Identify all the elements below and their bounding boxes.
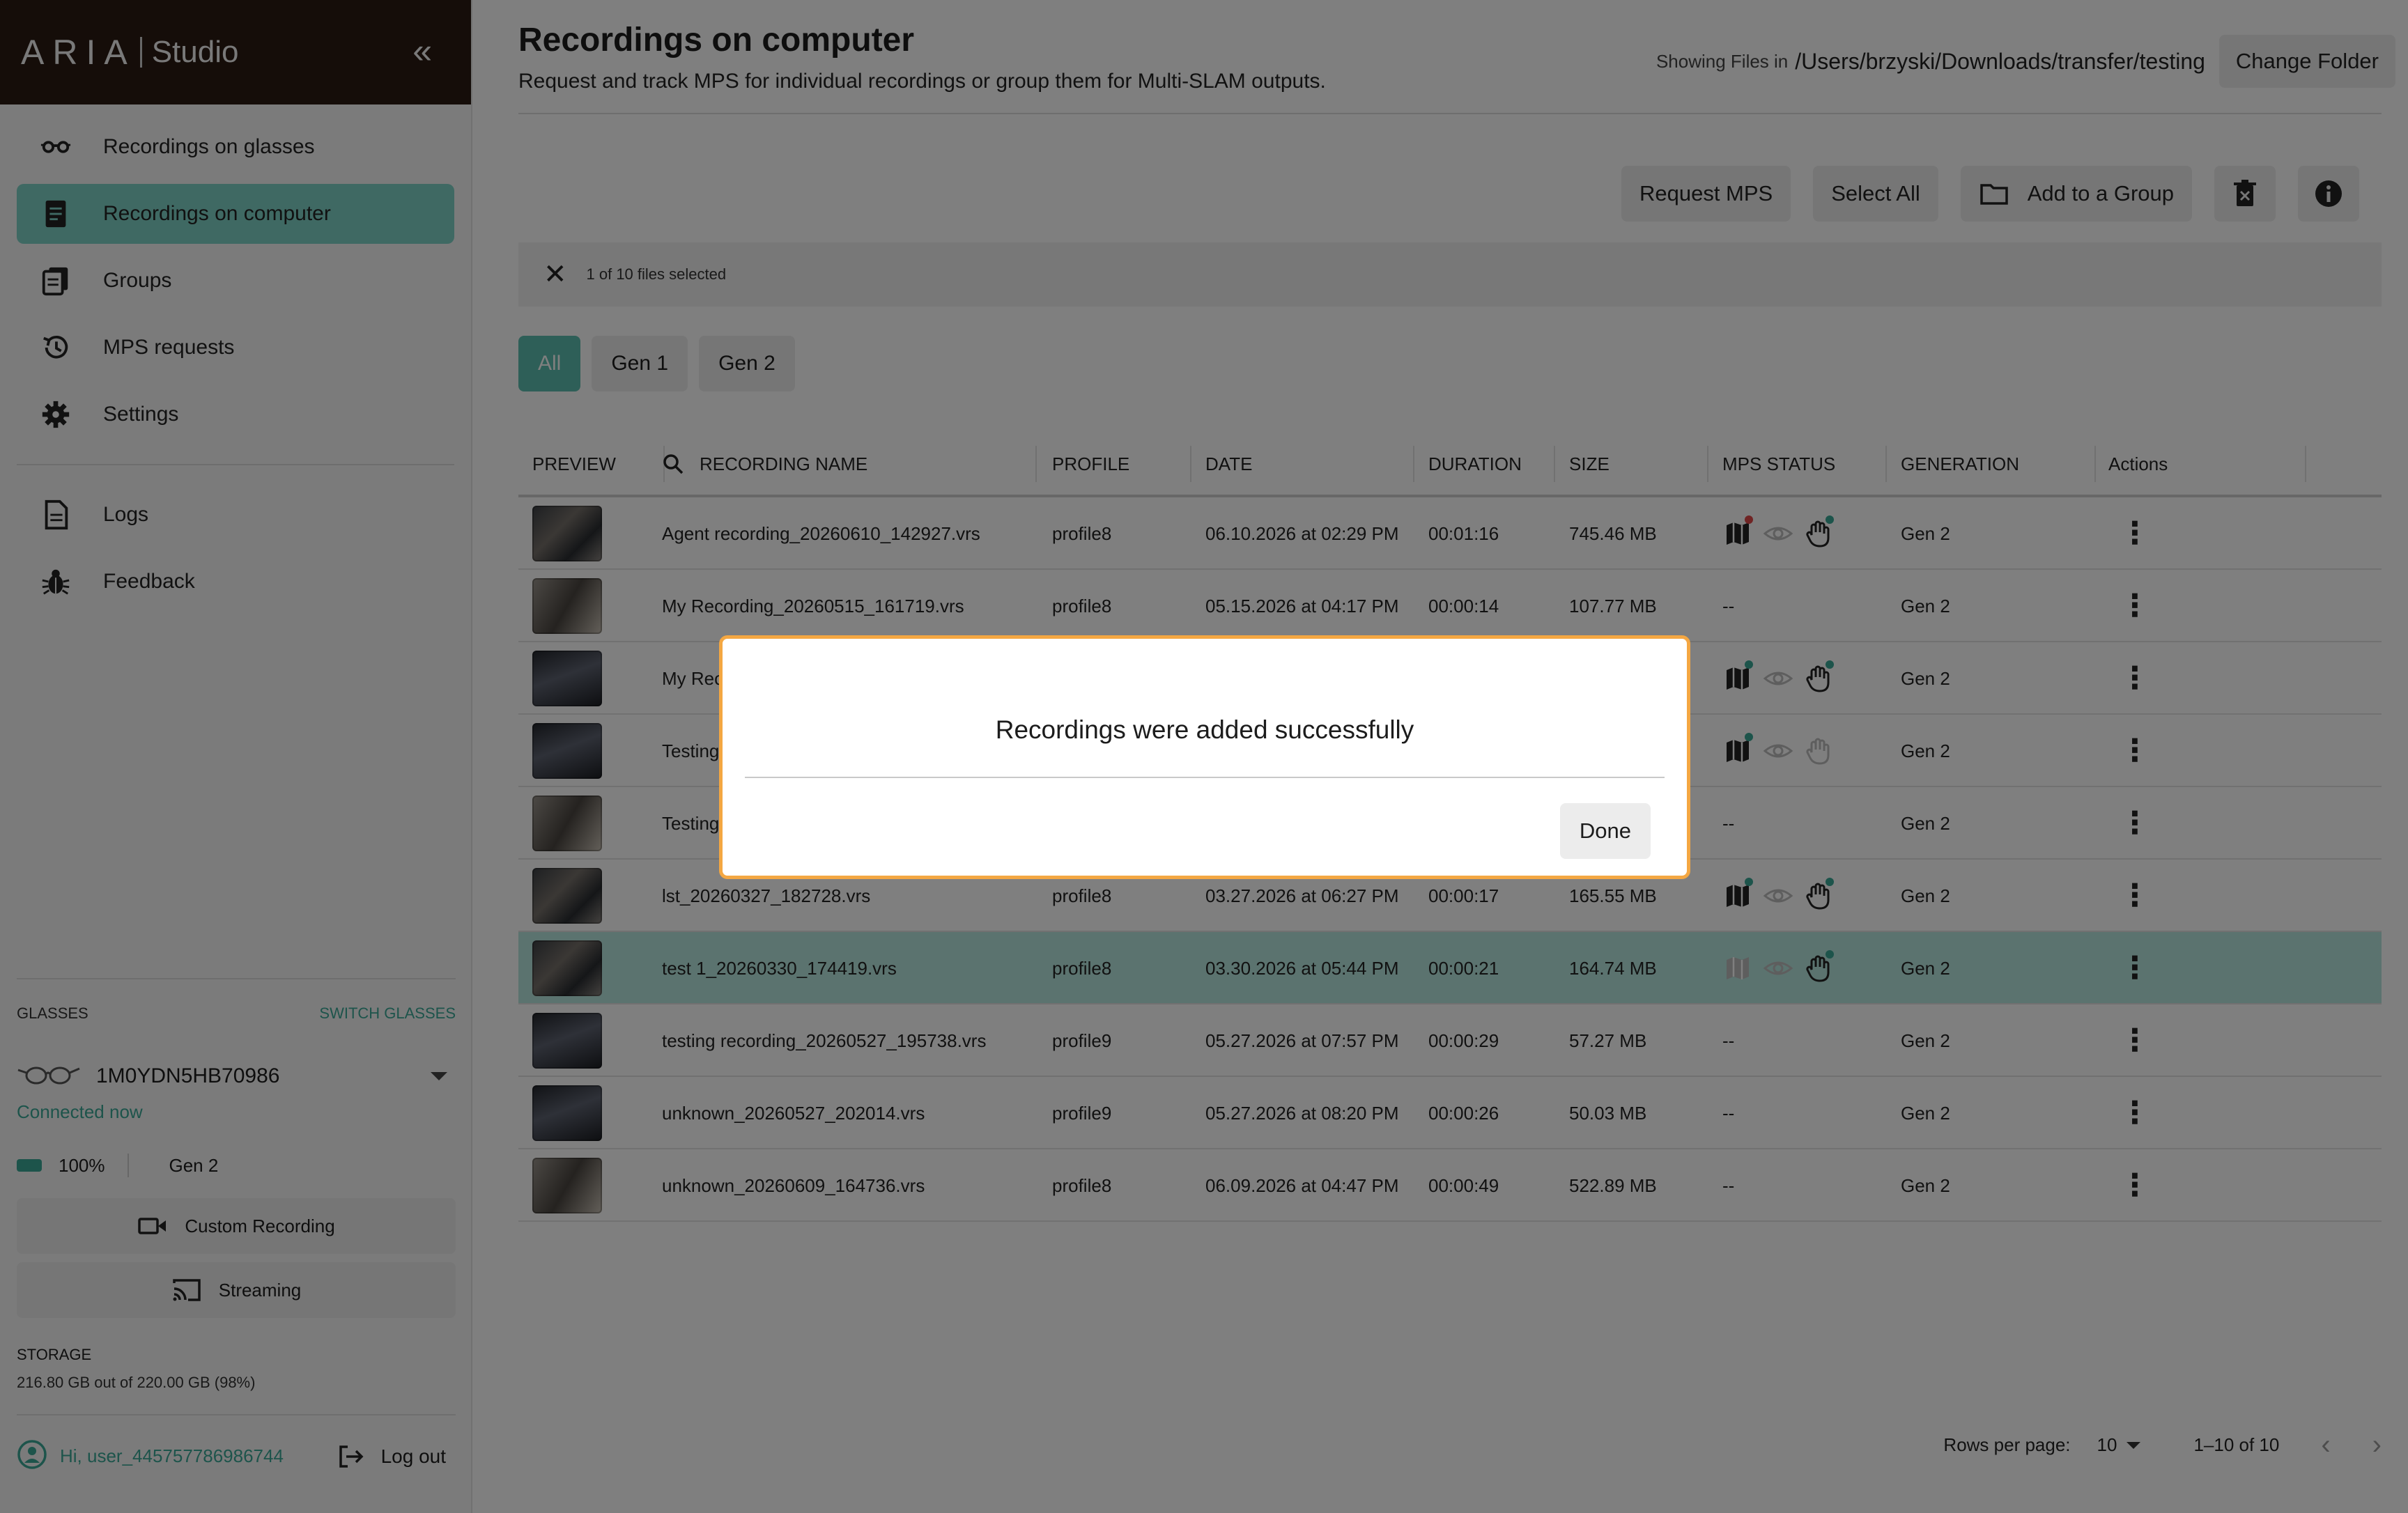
success-dialog: Recordings were added successfully Done	[719, 635, 1690, 879]
done-button[interactable]: Done	[1559, 803, 1651, 859]
app-root: ARIA Studio « Recordings on glasses Reco…	[0, 0, 2408, 1513]
dialog-divider	[745, 777, 1665, 778]
dialog-message: Recordings were added successfully	[995, 715, 1414, 744]
